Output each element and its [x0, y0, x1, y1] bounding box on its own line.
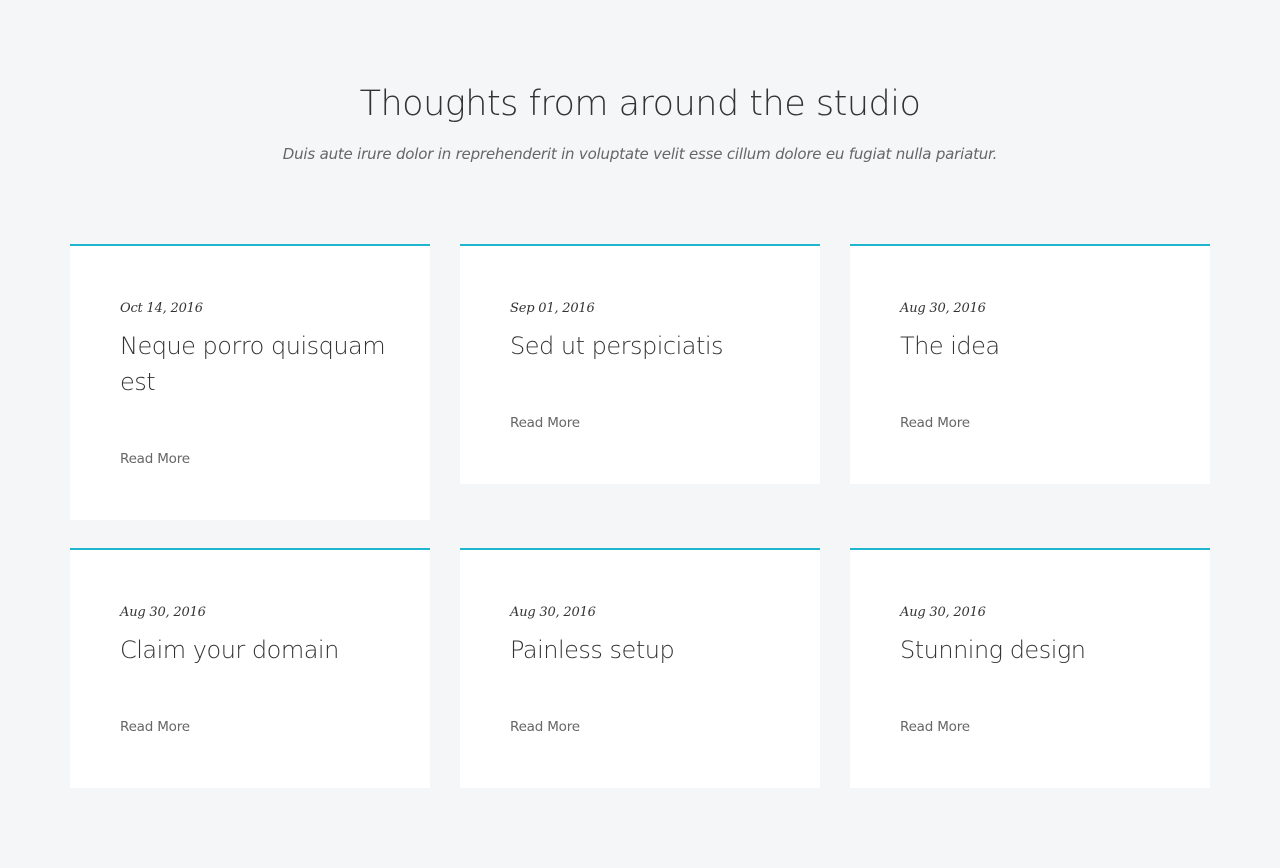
blog-post-card[interactable]: Sep 01, 2016 Sed ut perspiciatis Read Mo…	[460, 244, 820, 484]
read-more-link[interactable]: Read More	[900, 414, 970, 432]
post-title[interactable]: The idea	[900, 328, 1170, 364]
read-more-link[interactable]: Read More	[120, 718, 190, 736]
blog-post-card[interactable]: Oct 14, 2016 Neque porro quisquam est Re…	[70, 244, 430, 520]
blog-post-card[interactable]: Aug 30, 2016 Claim your domain Read More	[70, 548, 430, 788]
section-header: Thoughts from around the studio Duis aut…	[0, 82, 1280, 163]
post-date: Aug 30, 2016	[120, 605, 206, 620]
post-title[interactable]: Painless setup	[510, 632, 780, 668]
post-date: Oct 14, 2016	[120, 301, 203, 316]
post-date: Aug 30, 2016	[510, 605, 596, 620]
post-title[interactable]: Claim your domain	[120, 632, 390, 668]
post-date: Sep 01, 2016	[510, 301, 595, 316]
read-more-link[interactable]: Read More	[120, 450, 190, 468]
read-more-link[interactable]: Read More	[510, 414, 580, 432]
read-more-link[interactable]: Read More	[510, 718, 580, 736]
post-date: Aug 30, 2016	[900, 605, 986, 620]
post-date: Aug 30, 2016	[900, 301, 986, 316]
read-more-link[interactable]: Read More	[900, 718, 970, 736]
blog-post-card[interactable]: Aug 30, 2016 The idea Read More	[850, 244, 1210, 484]
post-title[interactable]: Neque porro quisquam est	[120, 328, 390, 400]
blog-post-card[interactable]: Aug 30, 2016 Painless setup Read More	[460, 548, 820, 788]
post-title[interactable]: Sed ut perspiciatis	[510, 328, 780, 364]
post-title[interactable]: Stunning design	[900, 632, 1170, 668]
blog-post-card[interactable]: Aug 30, 2016 Stunning design Read More	[850, 548, 1210, 788]
section-title: Thoughts from around the studio	[359, 84, 921, 124]
section-subtitle: Duis aute irure dolor in reprehenderit i…	[282, 145, 998, 163]
